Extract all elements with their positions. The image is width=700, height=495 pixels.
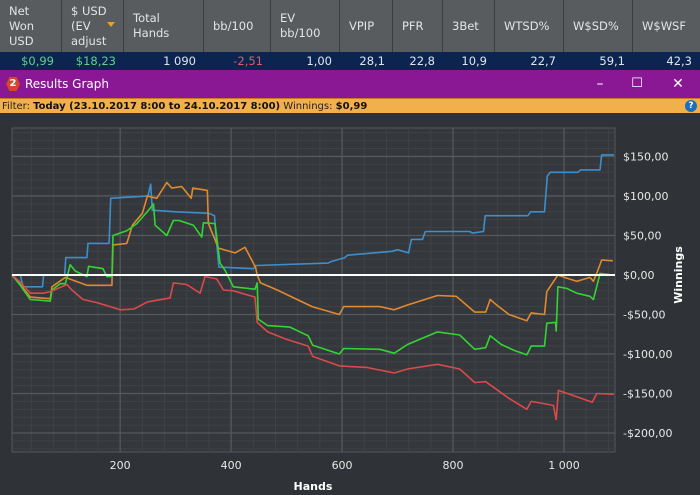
results-graph: $150,00 $100,00 $50,00 $0,00 -$50,00 -$100,00…: [11, 127, 685, 493]
y-tick-label: -$150,00: [623, 388, 672, 401]
column-header-label: PFR: [402, 18, 424, 33]
winnings-value: $0,99: [335, 101, 368, 112]
table-cell: 42,3: [666, 54, 692, 68]
table-cell: $18,23: [75, 54, 116, 68]
column-header[interactable]: W$WSF: [633, 0, 700, 52]
column-header[interactable]: 3Bet: [443, 0, 495, 52]
table-cell: 22,7: [530, 54, 556, 68]
table-cell: 22,8: [409, 54, 435, 68]
column-header-label: Net Won USD: [9, 3, 35, 48]
column-header[interactable]: Net Won USD: [0, 0, 62, 52]
window-title: Results Graph: [25, 77, 109, 91]
column-header-label: WTSD%: [504, 18, 550, 33]
y-tick-label: -$50,00: [623, 308, 665, 321]
y-tick-label: $50,00: [623, 229, 662, 242]
column-header[interactable]: bb/100: [204, 0, 271, 52]
column-header-label: EV bb/100: [280, 11, 321, 40]
y-tick-label: $0,00: [623, 269, 655, 282]
app-badge-icon: 2: [6, 77, 20, 91]
x-tick-label: 800: [443, 459, 464, 472]
plot-area: [11, 127, 616, 453]
x-tick-label: 600: [332, 459, 353, 472]
close-button[interactable]: ✕: [663, 70, 693, 98]
column-header-label: bb/100: [213, 18, 254, 33]
column-header[interactable]: $ USD (EV adjust: [62, 0, 124, 52]
table-cell: 59,1: [599, 54, 625, 68]
table-cell: $0,99: [21, 54, 54, 68]
column-header-label: $ USD (EV adjust: [71, 3, 107, 48]
x-axis-label: Hands: [294, 480, 333, 493]
y-tick-label: -$200,00: [623, 427, 672, 440]
stats-table-row[interactable]: $0,99 $18,23 1 090 -2,51 1,00 28,1 22,8 10,9 22,…: [0, 52, 700, 70]
column-header[interactable]: EV bb/100: [271, 0, 340, 52]
filter-label: Filter:: [2, 101, 30, 112]
x-tick-label: 1 000: [548, 459, 580, 472]
column-header[interactable]: W$SD%: [564, 0, 633, 52]
column-header-label: W$WSF: [642, 18, 686, 33]
column-header-label: Total Hands: [133, 11, 170, 40]
column-header-label: W$SD%: [573, 18, 619, 33]
table-cell: 10,9: [461, 54, 487, 68]
table-cell: -2,51: [233, 54, 263, 68]
minimize-button[interactable]: –: [585, 70, 615, 98]
maximize-button[interactable]: ☐: [622, 70, 652, 98]
column-header[interactable]: PFR: [393, 0, 443, 52]
y-tick-label: $100,00: [623, 190, 669, 203]
filter-range[interactable]: Today (23.10.2017 8:00 to 24.10.2017 8:0…: [33, 101, 280, 112]
column-header-label: 3Bet: [452, 18, 479, 33]
stats-table-header: Net Won USD $ USD (EV adjust Total Hands bb…: [0, 0, 700, 52]
column-header-label: VPIP: [349, 18, 375, 33]
table-cell: 28,1: [359, 54, 385, 68]
y-tick-label: -$100,00: [623, 348, 672, 361]
y-tick-label: $150,00: [623, 150, 669, 163]
y-axis-label: Winnings: [672, 246, 685, 304]
column-header[interactable]: VPIP: [340, 0, 393, 52]
help-icon[interactable]: ?: [685, 100, 697, 112]
table-cell: 1 090: [163, 54, 196, 68]
sort-desc-icon[interactable]: [107, 22, 115, 27]
window-title-bar: 2 Results Graph – ☐ ✕: [0, 70, 700, 98]
column-header[interactable]: Total Hands: [124, 0, 204, 52]
filter-bar: Filter: Today (23.10.2017 8:00 to 24.10.…: [0, 98, 700, 113]
x-tick-label: 200: [110, 459, 131, 472]
table-cell: 1,00: [306, 54, 332, 68]
column-header[interactable]: WTSD%: [495, 0, 564, 52]
winnings-label: Winnings:: [283, 101, 333, 112]
x-tick-label: 400: [221, 459, 242, 472]
